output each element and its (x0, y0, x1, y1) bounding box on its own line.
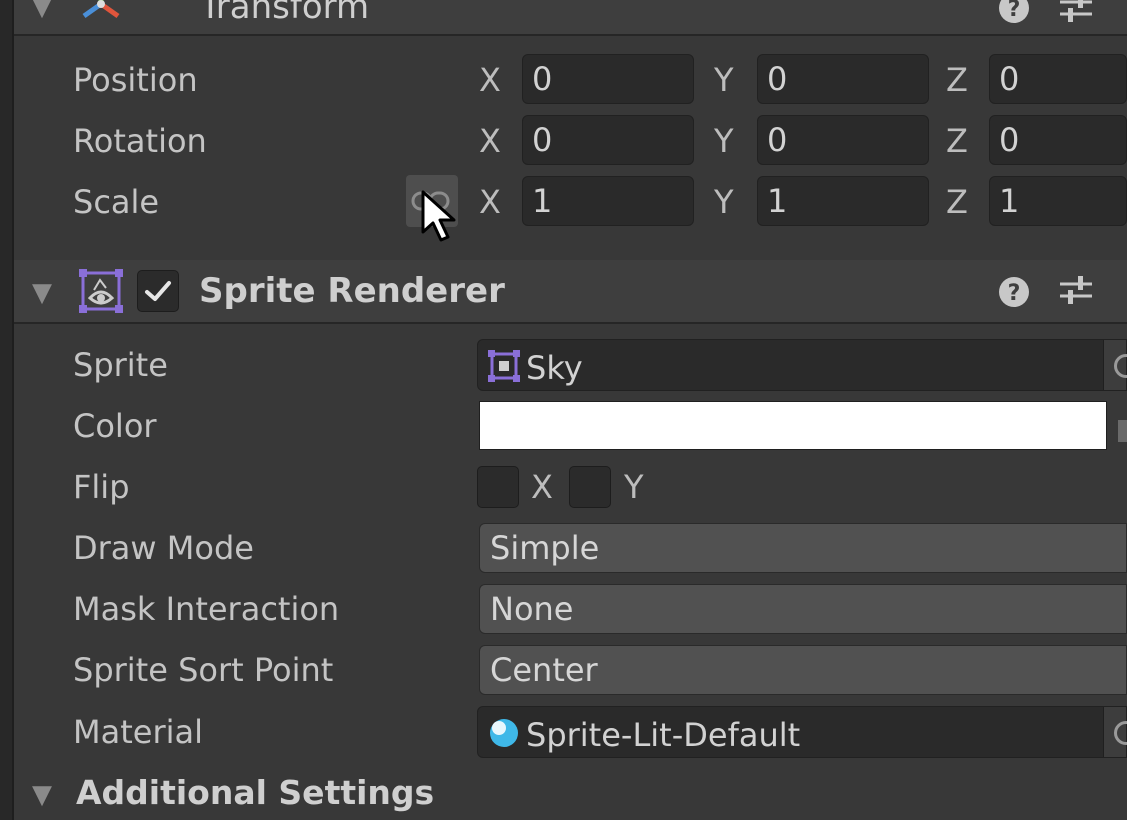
draw-mode-label: Draw Mode (73, 529, 254, 567)
flip-x-checkbox[interactable] (477, 466, 519, 508)
sprite-renderer-icon (79, 269, 123, 313)
sprite-object-field[interactable]: Sky (477, 339, 1127, 391)
scale-x-label[interactable]: X (479, 186, 501, 218)
foldout-arrow-icon[interactable]: ▼ (32, 0, 52, 20)
material-sphere-icon (490, 719, 518, 747)
checkmark-icon (145, 281, 171, 301)
object-picker-button[interactable] (1103, 340, 1127, 390)
sprite-sort-point-label: Sprite Sort Point (73, 651, 334, 689)
transform-axes-icon (82, 0, 120, 19)
svg-text:?: ? (1008, 281, 1021, 306)
transform-header[interactable] (14, 0, 1127, 36)
scale-y-field[interactable]: 1 (757, 176, 929, 226)
position-y-label[interactable]: Y (714, 64, 734, 96)
sprite-renderer-title: Sprite Renderer (199, 271, 505, 311)
transform-title: Transform (200, 0, 370, 27)
eyedropper-icon[interactable] (1118, 420, 1127, 442)
foldout-arrow-icon[interactable]: ▼ (32, 280, 52, 306)
rotation-x-field[interactable]: 0 (522, 115, 694, 165)
rotation-label: Rotation (73, 122, 207, 160)
mouse-cursor-icon (421, 190, 456, 242)
flip-label: Flip (73, 468, 130, 506)
flip-x-label: X (531, 468, 553, 506)
sprite-asset-icon (488, 350, 520, 382)
scale-z-label[interactable]: Z (946, 186, 968, 218)
position-x-field[interactable]: 0 (522, 54, 694, 104)
settings-sliders-icon[interactable] (1058, 276, 1094, 306)
object-picker-button[interactable] (1103, 707, 1127, 757)
additional-settings-foldout[interactable]: Additional Settings (76, 776, 434, 809)
scale-label: Scale (73, 183, 160, 221)
rotation-y-label[interactable]: Y (714, 125, 734, 157)
mask-interaction-label: Mask Interaction (73, 590, 340, 628)
position-z-field[interactable]: 0 (989, 54, 1127, 104)
color-label: Color (73, 407, 157, 445)
sprite-label: Sprite (73, 346, 168, 384)
material-object-field[interactable]: Sprite-Lit-Default (477, 706, 1127, 758)
svg-text:?: ? (1008, 0, 1021, 22)
rotation-z-label[interactable]: Z (946, 125, 968, 157)
mask-interaction-dropdown[interactable]: None (479, 584, 1127, 634)
rotation-x-label[interactable]: X (479, 125, 501, 157)
sprite-value: Sky (526, 349, 583, 387)
material-label: Material (73, 713, 203, 751)
sprite-renderer-enabled-checkbox[interactable] (137, 270, 179, 312)
help-icon[interactable]: ? (998, 0, 1030, 24)
sprite-renderer-header[interactable] (14, 260, 1127, 324)
position-z-label[interactable]: Z (946, 64, 968, 96)
help-icon[interactable]: ? (998, 276, 1030, 308)
inspector-left-gutter (0, 0, 12, 820)
position-x-label[interactable]: X (479, 64, 501, 96)
draw-mode-dropdown[interactable]: Simple (479, 523, 1127, 573)
rotation-y-field[interactable]: 0 (757, 115, 929, 165)
flip-y-label: Y (624, 468, 644, 506)
sprite-sort-point-dropdown[interactable]: Center (479, 645, 1127, 695)
material-value: Sprite-Lit-Default (526, 716, 801, 754)
scale-x-field[interactable]: 1 (522, 176, 694, 226)
color-field[interactable] (479, 401, 1107, 450)
gutter-divider (12, 0, 14, 820)
scale-z-field[interactable]: 1 (989, 176, 1127, 226)
rotation-z-field[interactable]: 0 (989, 115, 1127, 165)
position-label: Position (73, 61, 198, 99)
scale-y-label[interactable]: Y (714, 186, 734, 218)
foldout-arrow-icon[interactable]: ▼ (32, 782, 52, 808)
settings-sliders-icon[interactable] (1058, 0, 1094, 24)
position-y-field[interactable]: 0 (757, 54, 929, 104)
flip-y-checkbox[interactable] (569, 466, 611, 508)
